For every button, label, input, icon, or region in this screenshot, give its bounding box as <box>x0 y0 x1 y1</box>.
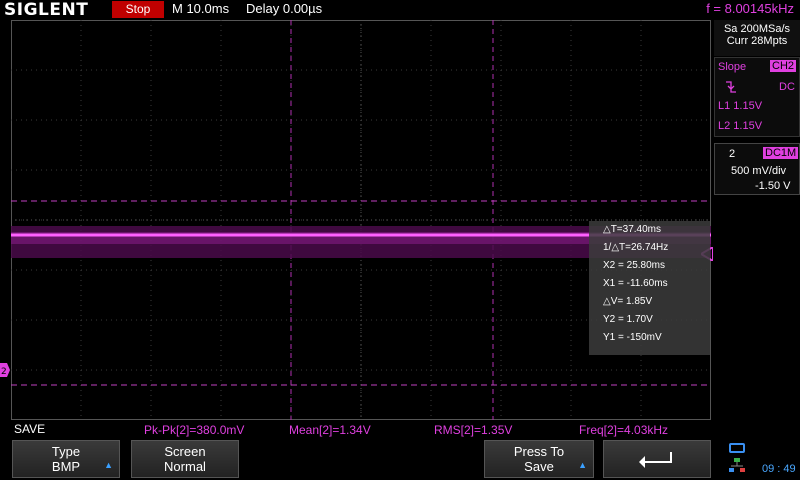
selector-arrow-icon: ▲ <box>104 460 113 470</box>
trigger-panel[interactable]: Slope CH2 DC L1 1.15V L2 1.15V <box>714 57 800 137</box>
trigger-type: Slope <box>718 61 747 73</box>
cursor-inverse-delta-t: 1/△T=26.74Hz <box>603 242 669 253</box>
measure-pkpk: Pk-Pk[2]=380.0mV <box>144 423 245 437</box>
press-label: Press To <box>513 444 565 459</box>
trigger-coupling: DC <box>779 81 795 93</box>
falling-edge-icon <box>726 81 736 93</box>
screen-value: Normal <box>164 459 206 474</box>
trigger-level-1: L1 1.15V <box>718 100 763 112</box>
graticule <box>11 20 711 420</box>
return-arrow-icon <box>639 452 672 468</box>
channel2-offset-marker-icon[interactable]: 2 <box>0 363 10 377</box>
cursor-y1: Y1 = -150mV <box>603 332 662 343</box>
vertical-offset: -1.50 V <box>755 180 791 192</box>
screen-softkey[interactable]: Screen Normal <box>131 440 239 478</box>
svg-text:2: 2 <box>1 367 7 377</box>
measure-freq: Freq[2]=4.03kHz <box>579 423 669 437</box>
vertical-scale: 500 mV/div <box>731 165 787 177</box>
type-softkey[interactable]: Type BMP ▲ <box>12 440 120 478</box>
measure-rms: RMS[2]=1.35V <box>434 423 513 437</box>
screen-label: Screen <box>164 444 206 459</box>
trigger-source-badge: CH2 <box>770 60 797 72</box>
brand-logo: SIGLENT <box>4 0 89 20</box>
timebase-readout[interactable]: M 10.0ms <box>172 1 229 16</box>
channel-coupling-badge: DC1M <box>763 147 799 159</box>
delay-readout[interactable]: Delay 0.00µs <box>246 1 322 16</box>
menu-title: SAVE <box>14 422 46 436</box>
network-icon <box>729 458 745 472</box>
cursor-measurements: △T=37.40ms 1/△T=26.74Hz X2 = 25.80ms X1 … <box>589 221 710 355</box>
cursor-x1: X1 = -11.60ms <box>603 278 668 289</box>
press-to-save-softkey[interactable]: Press To Save ▲ <box>484 440 594 478</box>
cursor-delta-v: △V= 1.85V <box>603 296 653 307</box>
acquisition-panel[interactable]: Sa 200MSa/s Curr 28Mpts <box>714 20 800 56</box>
trigger-level-2: L2 1.15V <box>718 120 763 132</box>
cursor-y2: Y2 = 1.70V <box>603 314 653 325</box>
frequency-counter: f = 8.00145kHz <box>706 1 794 16</box>
press-value: Save <box>524 459 554 474</box>
type-label: Type <box>51 444 81 459</box>
run-stop-indicator[interactable]: Stop <box>112 1 164 18</box>
usb-storage-icon <box>729 443 745 453</box>
channel-number: 2 <box>729 148 736 160</box>
cursor-x2: X2 = 25.80ms <box>603 260 665 271</box>
channel2-panel[interactable]: 2 DC1M 500 mV/div -1.50 V <box>714 143 800 195</box>
measure-mean: Mean[2]=1.34V <box>289 423 371 437</box>
sample-rate: Sa 200MSa/s <box>723 23 791 35</box>
selector-arrow-icon: ▲ <box>578 460 587 470</box>
memory-depth: Curr 28Mpts <box>726 35 788 47</box>
cursor-delta-t: △T=37.40ms <box>603 224 661 235</box>
return-softkey[interactable] <box>603 440 711 478</box>
clock: 09 : 49 <box>762 463 796 475</box>
